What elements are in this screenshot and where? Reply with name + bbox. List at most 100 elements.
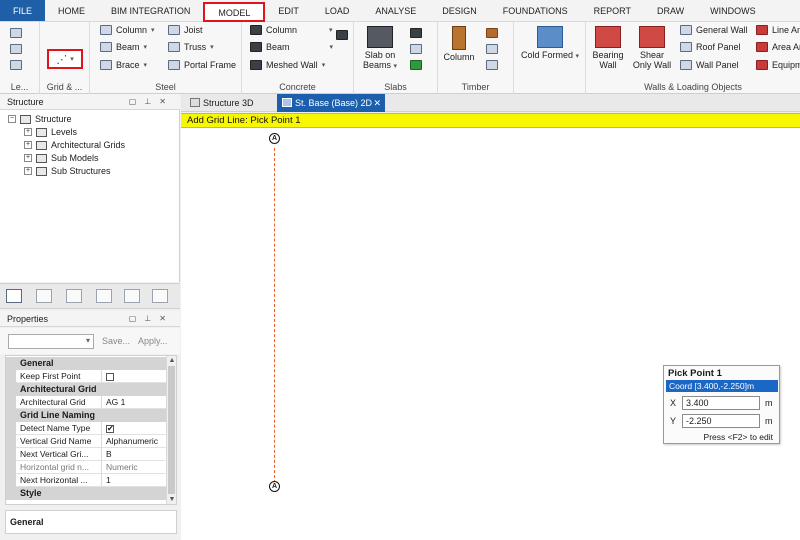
expand-icon[interactable]: + — [24, 141, 32, 149]
x-input[interactable]: 3.400 — [682, 396, 760, 410]
menu-design[interactable]: DESIGN — [429, 0, 490, 21]
level-stack-icon[interactable] — [10, 44, 22, 54]
joist-button[interactable]: Joist — [168, 25, 203, 35]
timber-column-button[interactable]: Column — [440, 26, 478, 62]
loads-tab-icon[interactable] — [36, 289, 52, 303]
concrete-beam-button[interactable]: Beam ▾ — [250, 42, 333, 52]
apply-button[interactable]: Apply... — [138, 336, 167, 346]
slab-on-beams-button[interactable]: Slab on Beams ▾ — [358, 26, 402, 72]
slab-tool-icon[interactable] — [410, 28, 422, 38]
menu-foundations[interactable]: FOUNDATIONS — [490, 0, 581, 21]
grid-bubble-top[interactable]: A — [269, 133, 280, 144]
level-icon[interactable] — [10, 28, 22, 38]
menu-load[interactable]: LOAD — [312, 0, 363, 21]
level-table-icon[interactable] — [10, 60, 22, 70]
filters-tab-icon[interactable] — [152, 289, 168, 303]
structure-tab-icon[interactable] — [6, 289, 22, 303]
tab-st-base-2d[interactable]: St. Base (Base) 2D ✕ — [277, 94, 385, 112]
slab-edit-icon[interactable] — [410, 44, 422, 54]
scroll-down-icon[interactable]: ▼ — [167, 496, 176, 503]
line-area-button[interactable]: Line An — [756, 25, 800, 35]
structure-panel-tabs — [0, 283, 180, 309]
bearing-wall-button[interactable]: Bearing Wall — [588, 26, 628, 70]
tree-item-architectural-grids[interactable]: + Architectural Grids — [24, 140, 125, 150]
members-tab-icon[interactable] — [96, 289, 112, 303]
category-style[interactable]: Style — [6, 487, 166, 500]
menu-model[interactable]: MODEL — [203, 2, 266, 22]
tree-item-sub-models[interactable]: + Sub Models — [24, 153, 99, 163]
expand-icon[interactable]: + — [24, 167, 32, 175]
roof-panel-button[interactable]: Roof Panel — [680, 42, 741, 52]
scroll-up-icon[interactable]: ▲ — [167, 357, 176, 364]
tree-item-structure[interactable]: − Structure — [8, 114, 72, 124]
close-icon[interactable]: ✕ — [373, 94, 381, 112]
menu-edit[interactable]: EDIT — [265, 0, 312, 21]
prop-next-horizontal-grid[interactable]: Next Horizontal ... 1 — [6, 474, 166, 487]
cold-formed-button[interactable]: Cold Formed ▾ — [518, 26, 582, 62]
menu-analyse[interactable]: ANALYSE — [362, 0, 429, 21]
drawing-canvas[interactable]: Add Grid Line: Pick Point 1 A A — [181, 113, 800, 540]
prop-vertical-grid-name[interactable]: Vertical Grid Name Alphanumeric — [6, 435, 166, 448]
chevron-down-icon: ▾ — [329, 44, 334, 51]
grid-line-button[interactable]: ⋰ ▾ — [47, 49, 83, 69]
category-grid-line-naming[interactable]: Grid Line Naming — [6, 409, 166, 422]
expand-icon[interactable]: + — [24, 154, 32, 162]
menu-windows[interactable]: WINDOWS — [697, 0, 769, 21]
grid-icon — [36, 140, 47, 150]
structure-panel-title: Structure — [7, 97, 44, 107]
menu-draw[interactable]: DRAW — [644, 0, 697, 21]
menu-bim-integration[interactable]: BIM INTEGRATION — [98, 0, 203, 21]
group-label-timber: Timber — [461, 82, 490, 92]
timber-frame-icon[interactable] — [486, 60, 498, 70]
area-area-button[interactable]: Area An — [756, 42, 800, 52]
y-input[interactable]: -2.250 — [682, 414, 760, 428]
timber-beam-icon[interactable] — [486, 28, 498, 38]
category-architectural-grid[interactable]: Architectural Grid — [6, 383, 166, 396]
group-walls: Bearing Wall Shear Only Wall General Wal… — [586, 22, 800, 94]
property-grid-scrollbar[interactable]: ▲ ▼ — [166, 356, 176, 504]
supports-tab-icon[interactable] — [66, 289, 82, 303]
menu-home[interactable]: HOME — [45, 0, 98, 21]
category-general[interactable]: General — [6, 357, 166, 370]
groups-tab-icon[interactable] — [124, 289, 140, 303]
steel-column-button[interactable]: Column ▾ — [100, 25, 155, 35]
joist-icon — [168, 25, 180, 35]
tree-item-levels[interactable]: + Levels — [24, 127, 77, 137]
steel-beam-button[interactable]: Beam ▾ — [100, 42, 147, 52]
grid-bubble-bottom[interactable]: A — [269, 481, 280, 492]
property-set-select[interactable] — [8, 334, 94, 349]
save-button[interactable]: Save... — [102, 336, 130, 346]
group-label-grid: Grid & ... — [46, 82, 83, 92]
prop-next-vertical-grid[interactable]: Next Vertical Gri... B — [6, 448, 166, 461]
menu-report[interactable]: REPORT — [581, 0, 644, 21]
truss-button[interactable]: Truss ▾ — [168, 42, 214, 52]
tab-structure-3d[interactable]: Structure 3D — [185, 94, 267, 112]
equipment-button[interactable]: Equipm — [756, 60, 800, 70]
concrete-column-button[interactable]: Column ▾ — [250, 25, 333, 35]
prop-keep-first-point[interactable]: Keep First Point — [6, 370, 166, 383]
scrollbar-thumb[interactable] — [168, 366, 175, 494]
properties-panel-title: Properties — [7, 314, 49, 324]
timber-truss-icon[interactable] — [486, 44, 498, 54]
group-label-walls: Walls & Loading Objects — [644, 82, 742, 92]
shear-only-wall-button[interactable]: Shear Only Wall — [630, 26, 674, 70]
chevron-down-icon: ▾ — [70, 56, 74, 63]
steel-brace-button[interactable]: Brace ▾ — [100, 60, 147, 70]
panel-controls[interactable]: ▢⊥✕ — [129, 94, 174, 110]
portal-frame-button[interactable]: Portal Frame — [168, 60, 236, 70]
wall-panel-button[interactable]: Wall Panel — [680, 60, 739, 70]
slab-add-icon[interactable] — [410, 60, 422, 70]
wall-panel-icon — [680, 60, 692, 70]
keep-first-point-checkbox[interactable] — [106, 372, 114, 381]
expand-icon[interactable]: + — [24, 128, 32, 136]
menu-file[interactable]: FILE — [0, 0, 46, 21]
panel-controls[interactable]: ▢⊥✕ — [129, 311, 174, 327]
detect-name-type-checkbox[interactable]: ✔ — [106, 424, 114, 433]
prop-architectural-grid[interactable]: Architectural Grid AG 1 — [6, 396, 166, 409]
prop-detect-name-type[interactable]: Detect Name Type ✔ — [6, 422, 166, 435]
concrete-block-icon[interactable] — [336, 30, 348, 40]
meshed-wall-button[interactable]: Meshed Wall ▾ — [250, 60, 325, 70]
tree-item-sub-structures[interactable]: + Sub Structures — [24, 166, 111, 176]
general-wall-button[interactable]: General Wall — [680, 25, 748, 35]
collapse-icon[interactable]: − — [8, 115, 16, 123]
